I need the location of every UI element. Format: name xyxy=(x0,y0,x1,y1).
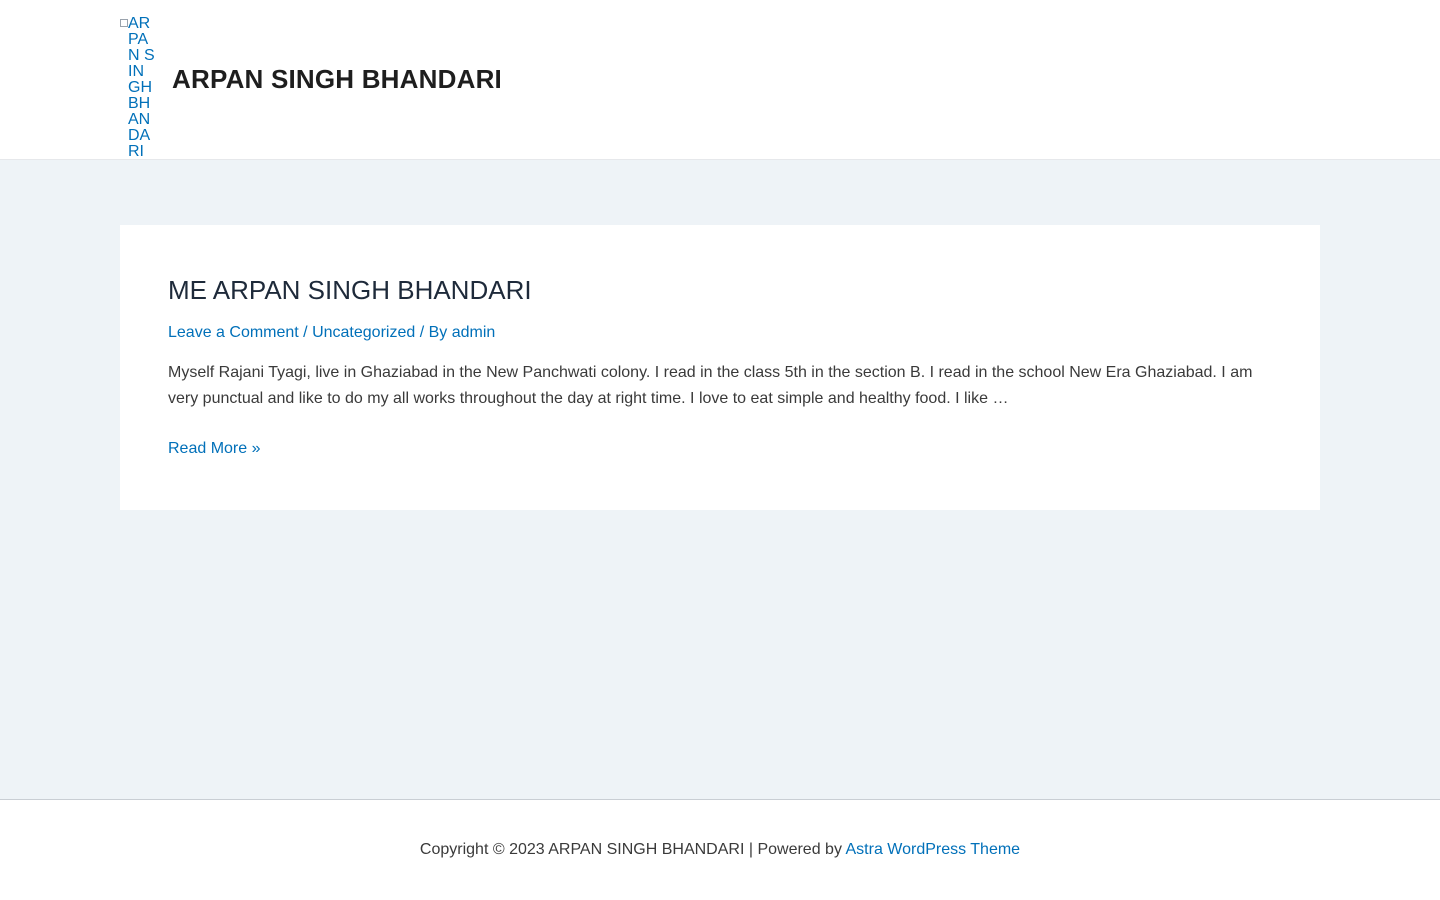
site-header: ARPAN SINGH BHANDARI ARPAN SINGH BHANDAR… xyxy=(0,0,1440,160)
article-title[interactable]: ME ARPAN SINGH BHANDARI xyxy=(168,275,532,305)
author-link[interactable]: admin xyxy=(452,324,496,341)
category-link[interactable]: Uncategorized xyxy=(312,324,415,341)
site-logo[interactable]: ARPAN SINGH BHANDARI xyxy=(120,16,156,160)
article-meta: Leave a Comment / Uncategorized / By adm… xyxy=(168,323,495,343)
site-footer: Copyright © 2023 ARPAN SINGH BHANDARI | … xyxy=(0,799,1440,900)
article-summary: Myself Rajani Tyagi, live in Ghaziabad i… xyxy=(168,364,1253,407)
site-title[interactable]: ARPAN SINGH BHANDARI xyxy=(172,64,502,94)
logo-alt-text: ARPAN SINGH BHANDARI xyxy=(128,15,155,160)
theme-link[interactable]: Astra WordPress Theme xyxy=(846,841,1021,858)
meta-by-text: / By xyxy=(415,324,452,341)
comments-link[interactable]: Leave a Comment xyxy=(168,324,299,341)
footer-copyright: Copyright © 2023 ARPAN SINGH BHANDARI | … xyxy=(0,840,1440,860)
meta-separator: / xyxy=(298,324,313,341)
broken-image-icon xyxy=(120,19,128,27)
read-more-link[interactable]: Read More » xyxy=(168,439,261,459)
copyright-text: Copyright © 2023 ARPAN SINGH BHANDARI | … xyxy=(419,841,846,858)
article-card: ME ARPAN SINGH BHANDARI Leave a Comment … xyxy=(120,225,1320,510)
